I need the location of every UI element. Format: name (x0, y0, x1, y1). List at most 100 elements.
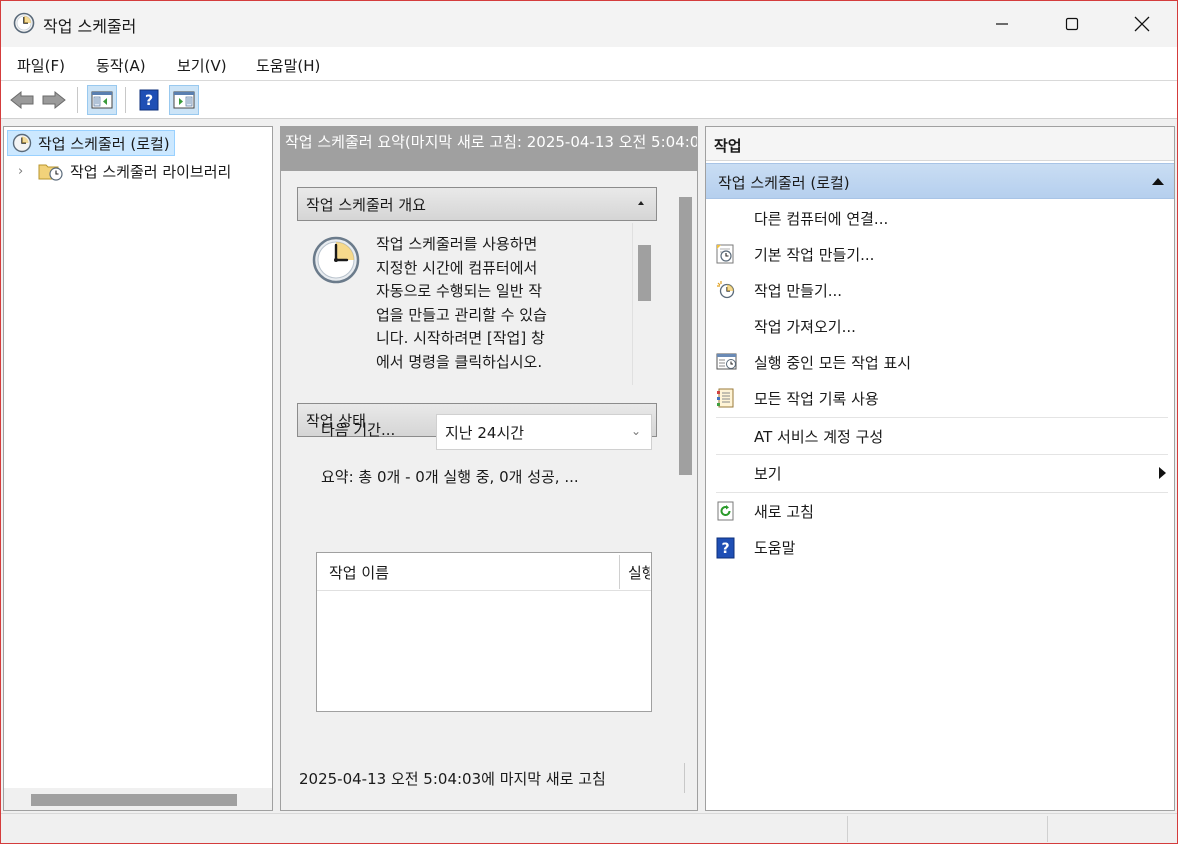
minimize-button[interactable] (967, 1, 1037, 47)
status-summary: 요약: 총 0개 - 0개 실행 중, 0개 성공, ... (321, 468, 579, 486)
maximize-icon (1065, 17, 1079, 31)
menu-action[interactable]: 동작(A) (96, 55, 146, 76)
toolbar: ? (1, 81, 1177, 119)
horizontal-scrollbar[interactable] (4, 788, 272, 810)
console-tree-pane: 작업 스케줄러 (로컬) › 작업 스케줄러 라이브러리 (3, 126, 273, 811)
svg-text:?: ? (721, 541, 729, 557)
period-label: 다음 기간... (321, 421, 396, 439)
toolbar-separator (77, 87, 78, 113)
tree-node-label: 작업 스케줄러 (로컬) (38, 134, 170, 153)
tree-node-local-scheduler[interactable]: 작업 스케줄러 (로컬) (7, 130, 175, 156)
basic-task-icon (716, 244, 736, 264)
clock-app-icon (13, 12, 35, 34)
svg-text:?: ? (145, 93, 153, 109)
menu-view[interactable]: 보기(V) (177, 55, 227, 76)
summary-body: 작업 스케줄러 개요 작업 스케줄러를 사용하면 지정한 시간에 컴퓨터에서 자… (281, 171, 675, 747)
app-window: 작업 스케줄러 파일(F) 동작(A) 보기(V) 도움말(H) ? 작업 스케… (0, 0, 1178, 844)
collapse-arrow-icon[interactable] (1152, 178, 1164, 185)
overview-line: 니다. 시작하려면 [작업] 창 (376, 329, 545, 347)
create-task-icon (716, 280, 736, 300)
overview-line: 작업 스케줄러를 사용하면 (376, 235, 538, 253)
show-hide-tree-button[interactable] (87, 85, 117, 115)
overview-content: 작업 스케줄러를 사용하면 지정한 시간에 컴퓨터에서 자동으로 수행되는 일반… (297, 223, 657, 385)
column-divider[interactable] (619, 555, 620, 589)
scrollbar-thumb[interactable] (31, 794, 237, 806)
overview-scrollbar[interactable] (632, 223, 657, 385)
submenu-arrow-icon (1159, 467, 1166, 479)
action-label: 보기 (754, 465, 782, 483)
running-tasks-icon (716, 352, 737, 372)
action-help[interactable]: ? 도움말 (706, 529, 1174, 565)
action-label: 새로 고침 (754, 503, 814, 521)
action-label: AT 서비스 계정 구성 (754, 428, 884, 446)
action-enable-history[interactable]: 모든 작업 기록 사용 (706, 380, 1174, 416)
summary-header: 작업 스케줄러 요약(마지막 새로 고침: 2025-04-13 오전 5:04… (281, 127, 697, 171)
action-import-task[interactable]: 작업 가져오기... (706, 308, 1174, 344)
help-button[interactable]: ? (134, 85, 164, 115)
forward-arrow-icon (42, 90, 66, 110)
action-show-running-tasks[interactable]: 실행 중인 모든 작업 표시 (706, 344, 1174, 380)
forward-button[interactable] (39, 85, 69, 115)
action-create-task[interactable]: 작업 만들기... (706, 272, 1174, 308)
summary-pane: 작업 스케줄러 요약(마지막 새로 고침: 2025-04-13 오전 5:04… (280, 126, 698, 811)
menu-bar: 파일(F) 동작(A) 보기(V) 도움말(H) (1, 47, 1177, 81)
action-label: 실행 중인 모든 작업 표시 (754, 354, 912, 372)
action-label: 도움말 (754, 539, 796, 557)
table-header: 작업 이름 실행 (317, 553, 651, 591)
menu-file[interactable]: 파일(F) (17, 55, 65, 76)
overview-line: 지정한 시간에 컴퓨터에서 (376, 258, 538, 277)
help-icon: ? (716, 537, 736, 559)
tree-node-label: 작업 스케줄러 라이브러리 (70, 162, 232, 181)
clock-icon (12, 133, 32, 157)
overview-line: 자동으로 수행되는 일반 작 (376, 282, 543, 300)
scrollbar-thumb[interactable] (679, 197, 692, 475)
tree-node-library[interactable]: › 작업 스케줄러 라이브러리 (18, 159, 231, 183)
task-history-icon (716, 388, 736, 408)
window-title: 작업 스케줄러 (43, 17, 137, 36)
summary-footer: 2025-04-13 오전 5:04:03에 마지막 새로 고침 (281, 747, 697, 810)
last-refresh-text: 2025-04-13 오전 5:04:03에 마지막 새로 고침 (299, 770, 606, 788)
column-header-run[interactable]: 실행 (628, 562, 650, 583)
status-bar (1, 813, 1177, 843)
minimize-icon (996, 23, 1008, 25)
action-label: 작업 가져오기... (754, 318, 856, 336)
actions-pane: 작업 작업 스케줄러 (로컬) 다른 컴퓨터에 연결... 기본 작업 만들기.… (705, 126, 1175, 811)
chevron-down-icon: ⌄ (630, 424, 641, 438)
action-label: 다른 컴퓨터에 연결... (754, 210, 889, 228)
action-connect-computer[interactable]: 다른 컴퓨터에 연결... (706, 200, 1174, 236)
action-view[interactable]: 보기 (706, 455, 1174, 491)
action-label: 모든 작업 기록 사용 (754, 390, 879, 408)
vertical-scrollbar[interactable] (675, 171, 697, 747)
help-icon: ? (139, 89, 159, 111)
close-icon (1134, 16, 1150, 32)
overview-description: 작업 스케줄러를 사용하면 지정한 시간에 컴퓨터에서 자동으로 수행되는 일반… (376, 233, 626, 374)
actions-group-local-scheduler[interactable]: 작업 스케줄러 (로컬) (706, 163, 1174, 199)
toolbar-separator (125, 87, 126, 113)
column-header-task-name[interactable]: 작업 이름 (329, 562, 389, 583)
overview-line: 업을 만들고 관리할 수 있습 (376, 305, 547, 324)
actions-group-label: 작업 스케줄러 (로컬) (718, 174, 850, 192)
back-button[interactable] (7, 85, 37, 115)
action-create-basic-task[interactable]: 기본 작업 만들기... (706, 236, 1174, 272)
action-configure-at-account[interactable]: AT 서비스 계정 구성 (706, 418, 1174, 454)
task-status-table: 작업 이름 실행 (316, 552, 652, 712)
title-bar: 작업 스케줄러 (1, 1, 1177, 47)
overview-line: 에서 명령을 클릭하십시오. (376, 352, 543, 371)
actions-header: 작업 (706, 127, 1174, 161)
folder-clock-icon (38, 160, 66, 182)
action-label: 작업 만들기... (754, 282, 843, 300)
clock-icon (311, 235, 361, 289)
close-button[interactable] (1107, 1, 1177, 47)
action-refresh[interactable]: 새로 고침 (706, 493, 1174, 529)
period-dropdown[interactable]: 지난 24시간 ⌄ (436, 414, 652, 450)
overview-section-header[interactable]: 작업 스케줄러 개요 (297, 187, 657, 221)
show-hide-action-pane-button[interactable] (169, 85, 199, 115)
menu-help[interactable]: 도움말(H) (256, 55, 320, 76)
period-dropdown-value: 지난 24시간 (445, 424, 525, 442)
footer-divider (684, 763, 685, 793)
refresh-icon (716, 501, 736, 521)
collapse-arrow-icon[interactable] (638, 201, 644, 205)
maximize-button[interactable] (1037, 1, 1107, 47)
chevron-right-icon[interactable]: › (18, 164, 34, 179)
scrollbar-thumb[interactable] (638, 245, 651, 301)
